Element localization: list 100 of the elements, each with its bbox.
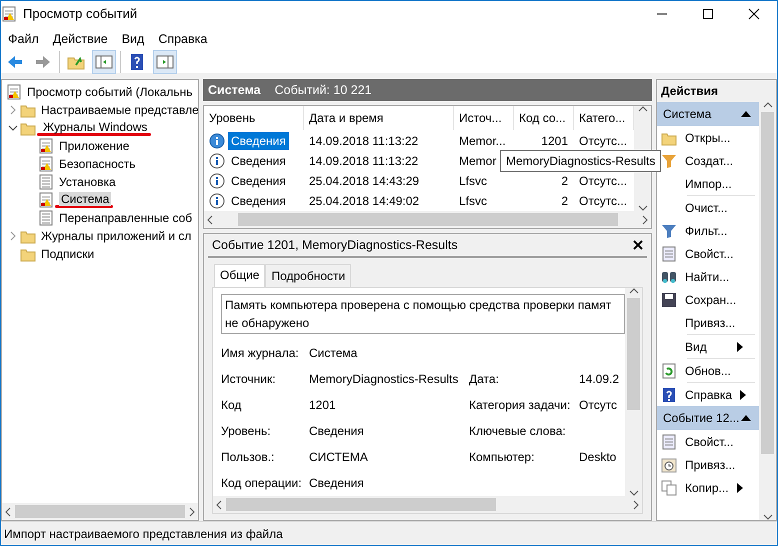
table-cell-text: 25.04.2018 14:49:02 [309,192,420,210]
refresh-icon [661,362,677,378]
scroll-down-icon [628,490,638,496]
table-cell-text: Отсутс... [579,192,628,210]
action-item[interactable]: Фильт... [657,219,759,242]
tab[interactable]: Общие [214,264,266,287]
back-icon [6,53,24,71]
field-label: Категория задачи: [469,397,572,414]
column-header[interactable]: Дата и время [304,106,454,130]
scroll-right-icon [189,506,195,516]
log-icon [38,174,54,190]
action-item[interactable]: Вид [657,335,759,358]
field-label: Код [221,397,242,414]
scroll-left-icon [5,506,11,516]
table-cell[interactable]: Сведения [228,152,289,170]
table-cell[interactable]: Сведения [228,172,289,190]
log-title: Система [208,82,261,99]
table-cell-text: 1201 [541,132,568,150]
message-text: не обнаружено [225,315,310,332]
table-cell-text: Memor... [459,132,506,150]
table-cell-text: 2 [561,172,568,190]
table-cell-text: Отсутс... [579,132,628,150]
action-item[interactable]: Свойст... [657,430,759,453]
forward-icon [34,53,52,71]
tree-item[interactable]: Безопасность [57,155,138,172]
message-text: Память компьютера проверена с помощью средства проверки памят [225,297,612,314]
action-item[interactable]: Справка [657,383,759,406]
action-item[interactable]: Сохран... [657,288,759,311]
scrollbar-thumb[interactable] [761,112,774,454]
tree-item[interactable]: Система [59,192,112,206]
field-value: Отсутс [579,397,618,414]
panel-button[interactable] [92,50,116,74]
menu-item[interactable]: Вид [114,30,152,48]
field-value: MemoryDiagnostics-Results [309,371,460,388]
collapse-icon[interactable] [741,415,751,421]
scroll-right-icon [633,500,639,510]
section-header[interactable]: Событие 12... [657,406,759,430]
info-icon [209,132,225,148]
event-count: Событий: 10 221 [274,82,372,99]
menu-item[interactable]: Файл [1,30,46,48]
action-item[interactable]: Обнов... [657,359,759,382]
table-cell-text: 14.09.2018 11:13:22 [309,152,418,170]
panel-icon [95,53,113,71]
scroll-up-icon [628,288,638,294]
table-cell-text: Memor [459,152,496,170]
field-label: Дата: [469,371,500,388]
action-item[interactable]: Свойст... [657,242,759,265]
tree-item[interactable]: Приложение [57,137,132,154]
clock-icon [661,456,677,472]
tab[interactable]: Подробности [265,264,352,287]
column-header[interactable]: Код со... [514,106,574,130]
log-icon [38,156,54,172]
scroll-up-icon [762,102,772,108]
tree-item[interactable]: Просмотр событий (Локальнь [25,83,195,100]
section-header[interactable]: Система [657,102,759,126]
field-value: Deskto [579,449,618,466]
window-title: Просмотр событий [23,5,138,24]
table-cell[interactable]: Сведения [228,132,289,150]
field-label: Ключевые слова: [469,423,567,440]
table-cell-text: Lfsvc [459,192,488,210]
scrollbar-thumb[interactable] [238,213,618,226]
tree-item[interactable]: Журналы приложений и сл [39,227,194,244]
action-item[interactable]: Очист... [657,196,759,219]
scrollbar-thumb[interactable] [15,505,185,518]
field-label: Имя журнала: [221,345,300,362]
tree-item[interactable]: Журналы Windows [41,120,150,134]
tree-item[interactable]: Настраиваемые представле [39,101,198,118]
action-item[interactable]: Привяз... [657,311,759,334]
scrollbar-thumb[interactable] [226,498,496,511]
scroll-up-icon [638,106,648,112]
tree-item[interactable]: Подписки [39,245,96,262]
field-label: Источник: [221,371,277,388]
scrollbar-thumb[interactable] [627,298,640,410]
log-icon [6,84,22,100]
action-item[interactable]: Импор... [657,172,759,195]
action-item[interactable]: Копир... [657,476,759,499]
column-header[interactable]: Уровень [204,106,304,130]
action-item[interactable]: Откры... [657,126,759,149]
table-cell[interactable]: Сведения [228,192,289,210]
tree-item[interactable]: Установка [57,173,118,190]
panel-icon [156,53,174,71]
field-label: Пользов.: [221,449,276,466]
table-cell-text: Отсутс... [579,172,628,190]
panel-button[interactable] [153,50,177,74]
action-item[interactable]: Привяз... [657,453,759,476]
info-icon [209,152,225,168]
table-cell-text: 14.09.2018 11:13:22 [309,132,418,150]
column-header[interactable]: Источ... [454,106,514,130]
menu-item[interactable]: Справка [151,30,214,48]
field-value: 14.09.2 [579,371,620,388]
menu-item[interactable]: Действие [46,30,115,48]
field-value: Сведения [309,475,365,492]
collapse-icon[interactable] [741,111,751,117]
field-value: Система [309,345,358,362]
field-label: Уровень: [221,423,272,440]
field-value: 1201 [309,397,337,414]
scroll-down-icon [762,514,772,520]
tree-item[interactable]: Перенаправленные соб [57,209,194,226]
close-button[interactable] [633,240,643,250]
action-item[interactable]: Найти... [657,265,759,288]
